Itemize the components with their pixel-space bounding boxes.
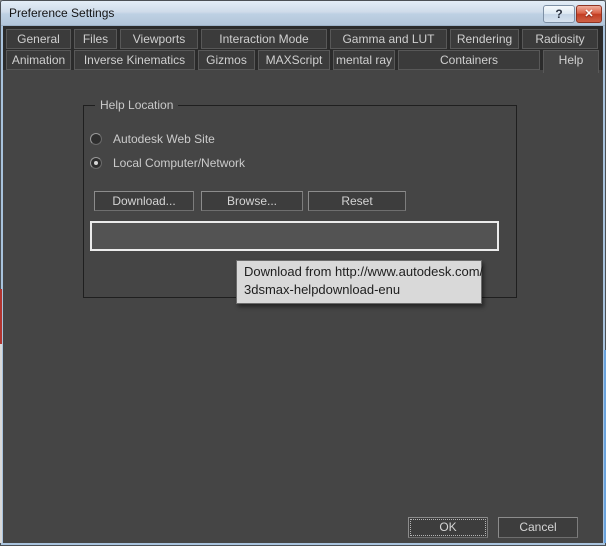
tab-gizmos[interactable]: Gizmos xyxy=(198,50,255,70)
tab-containers[interactable]: Containers xyxy=(398,50,540,70)
help-location-group: Help Location Autodesk Web Site Local Co… xyxy=(83,98,517,304)
radio-autodesk-web-site[interactable]: Autodesk Web Site xyxy=(90,132,215,146)
help-location-group-label: Help Location xyxy=(95,98,179,112)
tab-help[interactable]: Help xyxy=(543,50,599,73)
tooltip-line-1: Download from http://www.autodesk.com/ xyxy=(244,264,484,279)
titlebar-help-button[interactable]: ? xyxy=(543,5,575,23)
radio-button-icon xyxy=(90,133,102,145)
dialog-content: General Files Viewports Interaction Mode… xyxy=(3,26,603,543)
tab-row-2: Animation Inverse Kinematics Gizmos MAXS… xyxy=(6,50,603,73)
tooltip-line-2: 3dsmax-helpdownload-enu xyxy=(244,282,401,297)
ok-button[interactable]: OK xyxy=(408,517,488,538)
download-button[interactable]: Download... xyxy=(94,191,194,211)
tab-rendering[interactable]: Rendering xyxy=(450,29,519,49)
help-tab-panel: Help Location Autodesk Web Site Local Co… xyxy=(3,70,603,543)
tab-interaction-mode[interactable]: Interaction Mode xyxy=(201,29,327,49)
window-title: Preference Settings xyxy=(9,6,115,20)
tab-animation[interactable]: Animation xyxy=(6,50,71,70)
radio-label: Local Computer/Network xyxy=(113,156,246,170)
desktop-bleed-red xyxy=(0,289,2,344)
radio-local-computer-network[interactable]: Local Computer/Network xyxy=(90,156,245,170)
tab-inverse-kinematics[interactable]: Inverse Kinematics xyxy=(74,50,195,70)
tab-viewports[interactable]: Viewports xyxy=(120,29,198,49)
tab-radiosity[interactable]: Radiosity xyxy=(522,29,598,49)
reset-button[interactable]: Reset xyxy=(308,191,406,211)
tab-gamma-and-lut[interactable]: Gamma and LUT xyxy=(330,29,447,49)
cancel-button[interactable]: Cancel xyxy=(498,517,578,538)
tab-maxscript[interactable]: MAXScript xyxy=(258,50,330,70)
close-icon[interactable]: ✕ xyxy=(576,5,602,23)
tab-row-1: General Files Viewports Interaction Mode… xyxy=(6,29,603,49)
radio-label: Autodesk Web Site xyxy=(113,132,215,146)
download-tooltip: Download from http://www.autodesk.com/ 3… xyxy=(236,260,484,304)
preference-settings-dialog: Preference Settings ? ✕ General Files Vi… xyxy=(0,0,606,546)
titlebar[interactable]: Preference Settings ? ✕ xyxy=(1,1,605,26)
radio-button-icon xyxy=(90,157,102,169)
tab-strip: General Files Viewports Interaction Mode… xyxy=(3,26,603,73)
browse-button[interactable]: Browse... xyxy=(201,191,303,211)
focus-outline xyxy=(410,519,486,536)
help-path-field[interactable] xyxy=(90,221,499,251)
tab-mental-ray[interactable]: mental ray xyxy=(333,50,395,70)
tab-files[interactable]: Files xyxy=(74,29,117,49)
desktop-bleed-white xyxy=(0,344,2,543)
tab-general[interactable]: General xyxy=(6,29,71,49)
